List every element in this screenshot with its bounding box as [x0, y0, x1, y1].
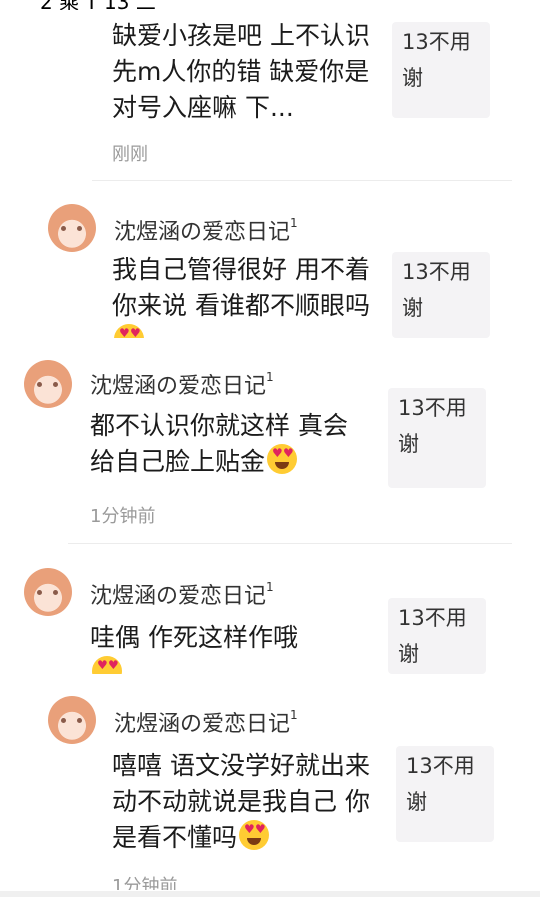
- divider: [68, 543, 512, 544]
- bottom-edge: [0, 891, 540, 897]
- post-thumbnail[interactable]: 13不用谢: [388, 598, 486, 674]
- author-name: 沈煜涵の爱恋日记: [114, 712, 291, 737]
- top-cropped-text: 2 乘 T 13 二: [40, 0, 156, 10]
- comment-time: 1分钟前: [90, 506, 156, 527]
- comment-text: 都不认识你就这样 真会给自己脸上贴金: [90, 408, 360, 480]
- comment-author[interactable]: 沈煜涵の爱恋日记1: [114, 706, 298, 738]
- comment-card[interactable]: 沈煜涵の爱恋日记1 哇偶 作死这样作哦 13不用谢: [0, 556, 540, 674]
- comment-author[interactable]: 沈煜涵の爱恋日记1: [114, 214, 298, 246]
- avatar[interactable]: [24, 568, 72, 616]
- comment-time: 刚刚: [112, 144, 148, 165]
- comment-text: 缺爱小孩是吧 上不认识先m人你的错 缺爱你是对号入座嘛 下...: [112, 21, 370, 122]
- comment-text: 哇偶 作死这样作哦: [90, 620, 360, 674]
- author-name: 沈煜涵の爱恋日记: [114, 220, 291, 245]
- author-name: 沈煜涵の爱恋日记: [90, 584, 267, 609]
- author-badge: 1: [266, 370, 274, 384]
- post-thumbnail[interactable]: 13不用谢: [392, 252, 490, 338]
- avatar[interactable]: [24, 360, 72, 408]
- comment-card[interactable]: 沈煜涵の爱恋日记1 我自己管得很好 用不着你来说 看谁都不顺眼吗 13不用谢: [0, 182, 540, 338]
- heart-eyes-emoji-icon: [92, 656, 122, 674]
- comment-card[interactable]: 缺爱小孩是吧 上不认识先m人你的错 缺爱你是对号入座嘛 下... 刚刚 13不用…: [0, 10, 540, 180]
- comment-card[interactable]: 沈煜涵の爱恋日记1 都不认识你就这样 真会给自己脸上贴金 1分钟前 13不用谢: [0, 352, 540, 542]
- top-cropped-strip: 2 乘 T 13 二: [0, 0, 540, 10]
- post-thumbnail[interactable]: 13不用谢: [396, 746, 494, 842]
- avatar[interactable]: [48, 696, 96, 744]
- post-thumbnail[interactable]: 13不用谢: [388, 388, 486, 488]
- comment-text: 我自己管得很好 用不着你来说 看谁都不顺眼吗: [112, 252, 370, 338]
- author-badge: 1: [266, 580, 274, 594]
- avatar[interactable]: [48, 204, 96, 252]
- comment-time: 1分钟前: [112, 876, 178, 890]
- comment-text-body: 哇偶 作死这样作哦: [90, 623, 298, 652]
- heart-eyes-emoji-icon: [114, 324, 144, 338]
- comment-card[interactable]: 沈煜涵の爱恋日记1 嘻嘻 语文没学好就出来 动不动就说是我自己 你是看不懂吗 1…: [0, 686, 540, 890]
- heart-eyes-emoji-icon: [239, 820, 270, 850]
- comment-author[interactable]: 沈煜涵の爱恋日记1: [90, 578, 274, 610]
- comment-text-body: 都不认识你就这样 真会给自己脸上贴金: [90, 411, 348, 476]
- comment-author[interactable]: 沈煜涵の爱恋日记1: [90, 368, 274, 400]
- divider: [92, 180, 512, 181]
- comment-text: 嘻嘻 语文没学好就出来 动不动就说是我自己 你是看不懂吗: [112, 748, 372, 856]
- author-badge: 1: [290, 708, 298, 722]
- author-badge: 1: [290, 216, 298, 230]
- comment-text-body: 我自己管得很好 用不着你来说 看谁都不顺眼吗: [112, 255, 370, 320]
- heart-eyes-emoji-icon: [267, 444, 298, 474]
- post-thumbnail[interactable]: 13不用谢: [392, 22, 490, 118]
- author-name: 沈煜涵の爱恋日记: [90, 374, 267, 399]
